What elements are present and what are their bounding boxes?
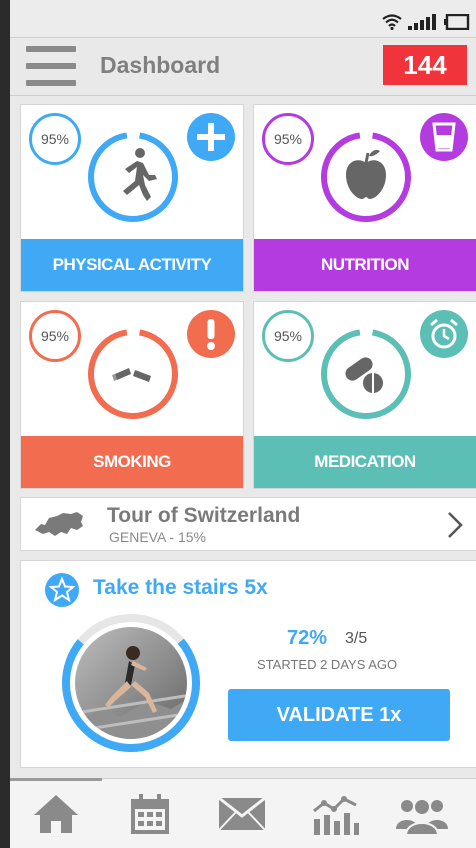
- add-button[interactable]: [187, 113, 235, 161]
- percent-badge: 95%: [262, 113, 314, 165]
- nav-calendar[interactable]: [122, 789, 178, 839]
- bottom-navigation: [10, 778, 476, 848]
- wifi-icon: [382, 14, 402, 30]
- nav-messages[interactable]: [214, 789, 270, 839]
- app-screen: Dashboard 144 95% PHYSICAL ACTIVITY 95% …: [10, 0, 476, 848]
- nav-community[interactable]: [394, 789, 450, 839]
- exclamation-icon: [187, 310, 235, 358]
- tile-medication[interactable]: 95% MEDICATION: [253, 301, 476, 489]
- tile-physical-activity[interactable]: 95% PHYSICAL ACTIVITY: [20, 104, 244, 292]
- progress-ring: [321, 329, 411, 419]
- reminder-button[interactable]: [420, 310, 468, 358]
- challenge-title: Take the stairs 5x: [93, 576, 268, 599]
- percent-badge: 95%: [29, 113, 81, 165]
- tour-card[interactable]: Tour of Switzerland GENEVA - 15%: [20, 497, 476, 551]
- chevron-right-icon: [448, 512, 463, 538]
- nav-stats[interactable]: [307, 789, 363, 839]
- challenge-steps: 3/5: [345, 630, 368, 647]
- tile-label: NUTRITION: [254, 239, 476, 291]
- log-water-button[interactable]: [420, 113, 468, 161]
- glass-of-water-icon: [420, 113, 468, 161]
- progress-ring: [321, 132, 411, 222]
- stats-icon: [313, 796, 359, 835]
- progress-ring: [88, 132, 178, 222]
- mail-icon: [218, 796, 266, 831]
- broken-cigarette-icon: [112, 368, 151, 382]
- tile-nutrition[interactable]: 95% NUTRITION: [253, 104, 476, 292]
- calendar-icon: [131, 794, 169, 834]
- home-icon: [34, 795, 78, 833]
- plus-icon: [187, 113, 235, 161]
- challenge-photo: [62, 614, 200, 752]
- switzerland-map-icon: [35, 512, 83, 536]
- star-icon: [45, 573, 79, 607]
- battery-icon: [444, 14, 470, 30]
- tile-label: PHYSICAL ACTIVITY: [21, 239, 243, 291]
- signal-icon: [408, 14, 436, 30]
- tour-title: Tour of Switzerland: [107, 504, 301, 527]
- status-bar: [10, 0, 476, 38]
- challenge-started: STARTED 2 DAYS AGO: [257, 657, 398, 672]
- app-header: Dashboard 144: [10, 38, 476, 96]
- community-icon: [396, 798, 448, 835]
- nav-home[interactable]: [28, 789, 84, 839]
- page-title: Dashboard: [100, 52, 221, 78]
- percent-badge: 95%: [29, 310, 81, 362]
- tile-label: SMOKING: [21, 436, 243, 488]
- alarm-clock-icon: [420, 310, 468, 358]
- validate-button[interactable]: VALIDATE 1x: [228, 689, 450, 741]
- tour-subtitle: GENEVA - 15%: [109, 529, 207, 545]
- alert-button[interactable]: [187, 310, 235, 358]
- points-badge[interactable]: 144: [383, 45, 467, 85]
- progress-ring: [88, 329, 178, 419]
- challenge-card: Take the stairs 5x 72% 3/5 STARTED 2 DAY…: [20, 560, 476, 768]
- pills-icon: [345, 357, 383, 393]
- running-person-icon: [123, 148, 157, 201]
- challenge-progress-percent: 72%: [287, 627, 328, 649]
- active-tab-indicator: [10, 778, 102, 781]
- tile-smoking[interactable]: 95% SMOKING: [20, 301, 244, 489]
- tile-label: MEDICATION: [254, 436, 476, 488]
- apple-icon: [346, 149, 386, 199]
- menu-icon[interactable]: [26, 46, 76, 86]
- percent-badge: 95%: [262, 310, 314, 362]
